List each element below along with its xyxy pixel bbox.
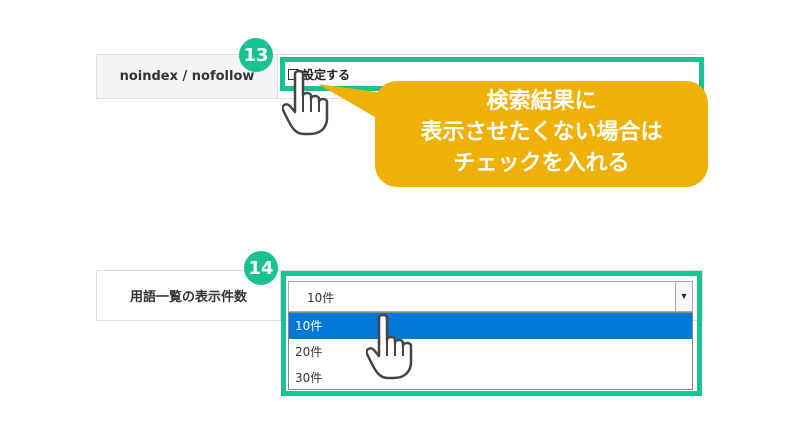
step-badge-14: 14	[244, 251, 278, 285]
callout-line-3: チェックを入れる	[453, 151, 630, 176]
dropdown-option-30[interactable]: 30件	[289, 365, 692, 391]
term-list-count-dropdown: 10件 20件 30件	[288, 312, 693, 390]
term-list-count-select[interactable]: 10件 ▾	[288, 281, 693, 312]
dropdown-option-20[interactable]: 20件	[289, 339, 692, 365]
pointing-hand-icon	[366, 314, 413, 380]
dropdown-option-10[interactable]: 10件	[289, 313, 692, 339]
callout-line-1: 検索結果に	[486, 89, 597, 114]
callout-line-2: 表示させたくない場合は	[420, 120, 663, 145]
select-current-value[interactable]: 10件	[307, 289, 334, 306]
callout-text: 検索結果に 表示させたくない場合は チェックを入れる	[375, 86, 708, 179]
pointing-hand-icon	[282, 70, 329, 136]
chevron-down-icon[interactable]: ▾	[675, 282, 692, 311]
step-badge-14-number: 14	[248, 257, 274, 279]
term-list-count-label-text: 用語一覧の表示件数	[129, 290, 247, 305]
